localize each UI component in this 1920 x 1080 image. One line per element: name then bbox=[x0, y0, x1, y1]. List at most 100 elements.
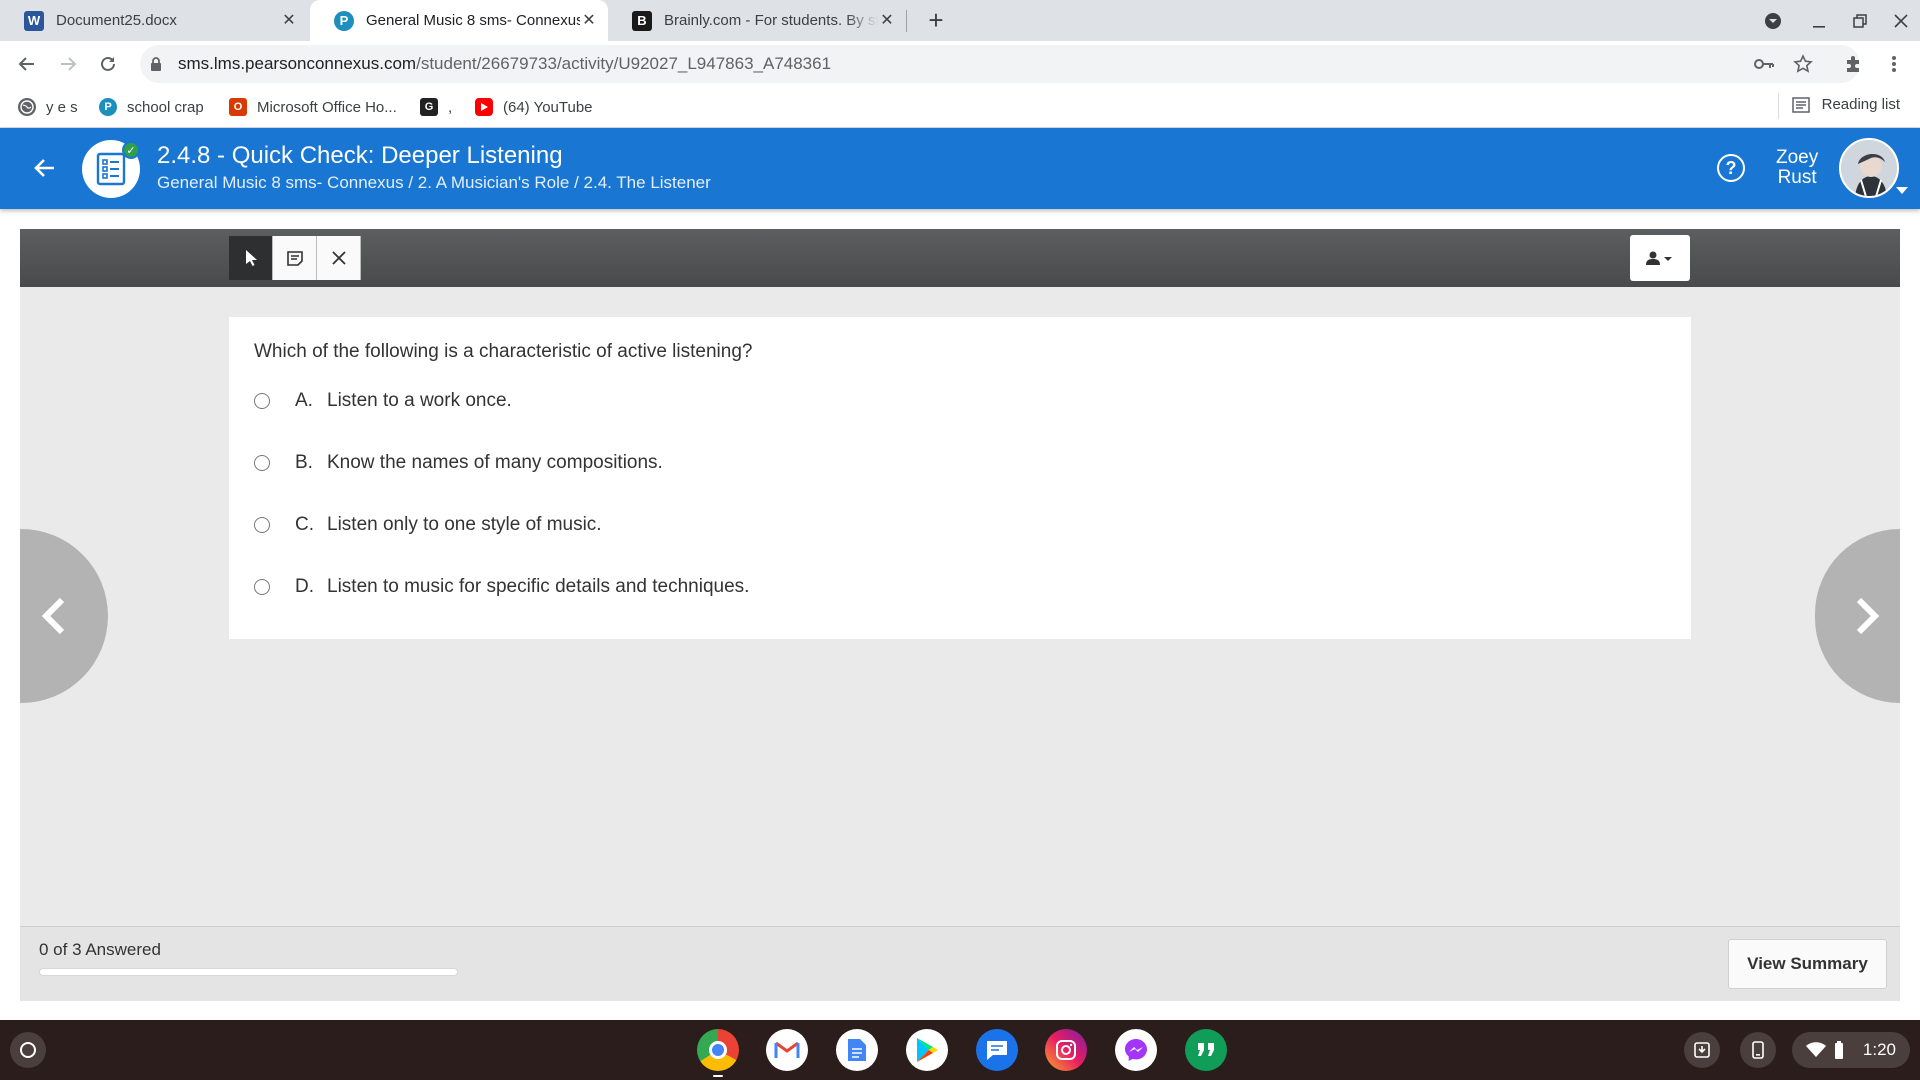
launcher-button[interactable] bbox=[10, 1032, 46, 1068]
radio-button[interactable] bbox=[254, 579, 270, 595]
back-arrow-icon[interactable] bbox=[12, 49, 42, 79]
close-window-icon[interactable] bbox=[1888, 8, 1914, 34]
question-text: Which of the following is a characterist… bbox=[254, 341, 753, 362]
bookmark-label: , bbox=[448, 98, 453, 116]
os-shelf: 1:20 bbox=[0, 1020, 1920, 1080]
lock-icon[interactable] bbox=[150, 56, 162, 77]
gmail-icon[interactable] bbox=[766, 1029, 808, 1071]
reading-list-label: Reading list bbox=[1821, 96, 1900, 113]
radio-button[interactable] bbox=[254, 455, 270, 471]
bookmark-microsoft-office[interactable]: O Microsoft Office Ho... bbox=[229, 96, 397, 118]
tab-document25[interactable]: W Document25.docx ✕ bbox=[0, 0, 308, 41]
reading-list-button[interactable]: Reading list bbox=[1791, 96, 1900, 113]
tab-title: Document25.docx bbox=[56, 12, 177, 29]
hangouts-icon[interactable] bbox=[1185, 1029, 1227, 1071]
radio-button[interactable] bbox=[254, 517, 270, 533]
play-store-icon[interactable] bbox=[906, 1029, 948, 1071]
user-last-name: Rust bbox=[1777, 167, 1817, 188]
notes-tool-button[interactable] bbox=[273, 236, 317, 280]
question-card: Which of the following is a characterist… bbox=[229, 317, 1691, 639]
wifi-icon bbox=[1806, 1042, 1826, 1057]
tab-search-icon[interactable] bbox=[1760, 8, 1786, 34]
tab-brainly[interactable]: B Brainly.com - For students. By stu ✕ bbox=[608, 0, 906, 41]
tab-general-music[interactable]: P General Music 8 sms- Connexus ✕ bbox=[310, 0, 608, 41]
radio-button[interactable] bbox=[254, 393, 270, 409]
word-icon: W bbox=[24, 10, 44, 31]
reading-list-icon bbox=[1791, 96, 1810, 113]
running-indicator bbox=[713, 1075, 723, 1077]
choice-letter: C. bbox=[295, 514, 314, 535]
question-toolbar bbox=[20, 229, 1900, 287]
pearson-icon: P bbox=[99, 98, 117, 116]
browser-tab-strip: W Document25.docx ✕ P General Music 8 sm… bbox=[0, 0, 1920, 41]
next-question-button[interactable] bbox=[1815, 529, 1900, 703]
close-tab-icon[interactable]: ✕ bbox=[878, 12, 896, 30]
browser-menu-icon[interactable] bbox=[1879, 49, 1909, 79]
answer-choice-c[interactable]: C. Listen only to one style of music. bbox=[254, 510, 602, 540]
docs-icon[interactable] bbox=[836, 1029, 878, 1071]
answered-count: 0 of 3 Answered bbox=[39, 940, 161, 959]
choice-text: Listen only to one style of music. bbox=[327, 514, 602, 535]
office-icon: O bbox=[229, 98, 247, 116]
tote-icon[interactable] bbox=[1684, 1032, 1720, 1068]
answer-choice-a[interactable]: A. Listen to a work once. bbox=[254, 386, 512, 416]
clock-time: 1:20 bbox=[1862, 1040, 1896, 1059]
chrome-icon[interactable] bbox=[697, 1029, 739, 1071]
messages-icon[interactable] bbox=[976, 1029, 1018, 1071]
previous-question-button[interactable] bbox=[20, 529, 108, 703]
avatar[interactable] bbox=[1839, 138, 1899, 198]
bookmark-star-icon[interactable] bbox=[1793, 54, 1813, 74]
close-tab-icon[interactable]: ✕ bbox=[280, 12, 298, 30]
back-arrow-icon[interactable] bbox=[30, 153, 60, 183]
bookmark-school-crap[interactable]: P school crap bbox=[99, 96, 204, 118]
cursor-icon bbox=[245, 250, 257, 266]
answer-choice-b[interactable]: B. Know the names of many compositions. bbox=[254, 448, 663, 478]
note-icon bbox=[286, 251, 303, 266]
new-tab-button[interactable]: + bbox=[922, 6, 950, 34]
phone-hub-icon[interactable] bbox=[1740, 1032, 1776, 1068]
view-summary-button[interactable]: View Summary bbox=[1728, 939, 1887, 989]
user-name[interactable]: Zoey Rust bbox=[1776, 148, 1818, 188]
bookmark-yes[interactable]: y e s bbox=[18, 96, 78, 118]
pointer-tool-button[interactable] bbox=[229, 236, 273, 280]
restore-icon[interactable] bbox=[1847, 8, 1873, 34]
messenger-icon[interactable] bbox=[1115, 1029, 1157, 1071]
help-icon[interactable]: ? bbox=[1717, 154, 1745, 182]
forward-arrow-icon[interactable] bbox=[53, 49, 83, 79]
bookmark-youtube[interactable]: (64) YouTube bbox=[475, 96, 593, 118]
tab-title: General Music 8 sms- Connexus bbox=[366, 12, 580, 29]
choice-text: Listen to a work once. bbox=[327, 390, 512, 411]
answer-choice-d[interactable]: D. Listen to music for specific details … bbox=[254, 572, 749, 602]
reload-icon[interactable] bbox=[93, 49, 123, 79]
close-tab-icon[interactable]: ✕ bbox=[580, 12, 598, 30]
key-icon[interactable] bbox=[1754, 54, 1774, 74]
address-bar[interactable]: sms.lms.pearsonconnexus.com/student/2667… bbox=[140, 45, 1860, 83]
eliminate-tool-button[interactable] bbox=[317, 236, 361, 280]
choice-text: Listen to music for specific details and… bbox=[327, 576, 750, 597]
instagram-icon[interactable] bbox=[1045, 1029, 1087, 1071]
user-first-name: Zoey bbox=[1776, 147, 1819, 168]
accessibility-dropdown[interactable] bbox=[1630, 235, 1690, 281]
chevron-right-icon bbox=[1856, 597, 1880, 635]
brainly-icon: B bbox=[632, 10, 652, 31]
bookmarks-bar: y e s P school crap O Microsoft Office H… bbox=[0, 86, 1920, 128]
completed-check-icon: ✓ bbox=[122, 141, 140, 159]
g-icon: G bbox=[420, 98, 438, 116]
bookmark-label: school crap bbox=[127, 98, 204, 116]
activity-header: ✓ 2.4.8 - Quick Check: Deeper Listening … bbox=[0, 128, 1920, 209]
bookmark-label: (64) YouTube bbox=[503, 98, 593, 116]
choice-letter: B. bbox=[295, 452, 313, 473]
tab-separator bbox=[906, 10, 907, 32]
minimize-icon[interactable] bbox=[1806, 8, 1832, 34]
user-menu-caret-icon[interactable] bbox=[1896, 187, 1908, 194]
system-tray[interactable]: 1:20 bbox=[1792, 1032, 1910, 1068]
breadcrumb: General Music 8 sms- Connexus / 2. A Mus… bbox=[157, 173, 711, 192]
url-text: sms.lms.pearsonconnexus.com/student/2667… bbox=[178, 54, 832, 73]
extensions-puzzle-icon[interactable] bbox=[1838, 49, 1868, 79]
person-icon bbox=[1646, 251, 1672, 265]
page-title: 2.4.8 - Quick Check: Deeper Listening bbox=[157, 142, 563, 169]
choice-letter: D. bbox=[295, 576, 314, 597]
cross-out-icon bbox=[331, 251, 346, 265]
launcher-icon bbox=[20, 1042, 36, 1058]
bookmark-g[interactable]: G , bbox=[420, 96, 452, 118]
